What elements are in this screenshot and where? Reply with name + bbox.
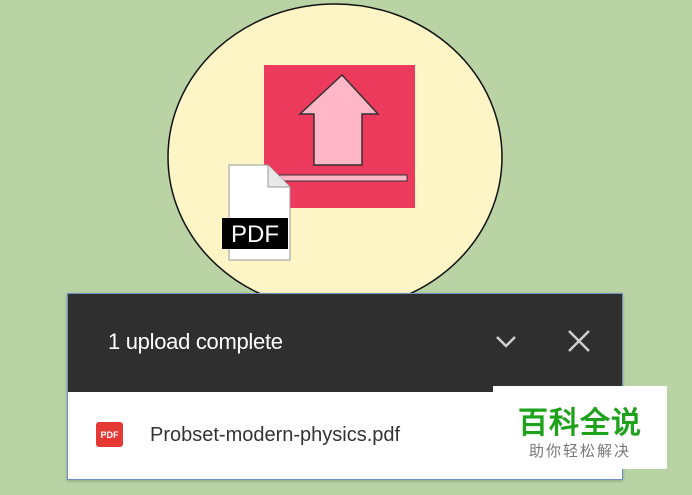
pdf-badge-text: PDF (231, 221, 279, 248)
watermark: 百科全说 助你轻松解决 (493, 386, 667, 469)
upload-illustration: PDF (167, 3, 503, 300)
upload-panel-header: 1 upload complete (68, 294, 622, 392)
file-name[interactable]: Probset-modern-physics.pdf (150, 424, 400, 447)
upload-status-title: 1 upload complete (108, 329, 283, 354)
close-icon (568, 330, 590, 352)
collapse-button[interactable] (491, 326, 521, 356)
close-button[interactable] (564, 326, 594, 356)
upload-baseline (269, 174, 408, 182)
pdf-file-icon: PDF (96, 422, 123, 447)
watermark-subtitle: 助你轻松解决 (528, 443, 631, 460)
watermark-title: 百科全说 (518, 407, 642, 440)
chevron-down-icon (496, 336, 516, 348)
pdf-document-icon: PDF (222, 164, 291, 261)
